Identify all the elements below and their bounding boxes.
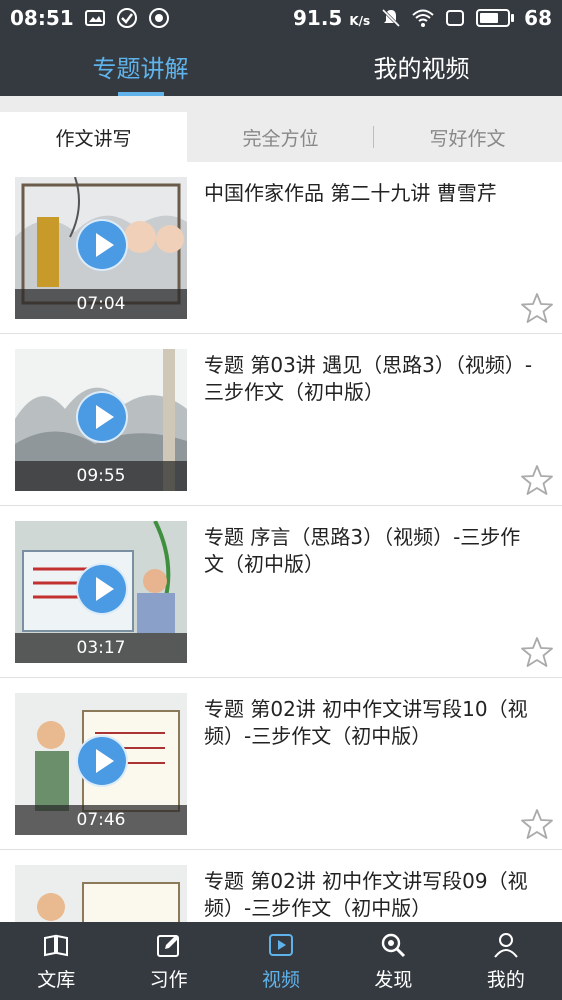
mute-bell-icon (382, 8, 401, 28)
subtab-essay-writing[interactable]: 作文讲写 (0, 112, 187, 162)
battery-icon (476, 9, 515, 27)
check-circle-icon (116, 8, 137, 28)
header-spacer (0, 96, 562, 112)
favorite-star-icon[interactable] (520, 807, 554, 841)
video-item[interactable]: 09:55 专题 第03讲 遇见（思路3）（视频）-三步作文（初中版） (0, 334, 562, 506)
nav-discover[interactable]: 发现 (337, 922, 449, 1000)
video-thumbnail[interactable] (15, 865, 187, 922)
video-thumbnail[interactable]: 07:04 (15, 177, 187, 319)
nav-label: 文库 (37, 968, 76, 991)
bottom-nav: 文库 习作 视频 发现 我的 (0, 922, 562, 1000)
nav-library[interactable]: 文库 (0, 922, 112, 1000)
subtab-label: 写好作文 (429, 127, 506, 150)
user-icon (494, 932, 518, 958)
subtab-label: 作文讲写 (55, 127, 132, 150)
video-duration: 03:17 (15, 633, 187, 663)
app-notification-icon (148, 8, 169, 28)
video-title[interactable]: 专题 第03讲 遇见（思路3）（视频）-三步作文（初中版） (204, 352, 534, 406)
network-speed-value: 91.5 (293, 6, 343, 30)
image-notification-icon (84, 10, 105, 26)
video-item[interactable]: 07:04 中国作家作品 第二十九讲 曹雪芹 (0, 162, 562, 334)
thumbnail-image (15, 865, 187, 922)
favorite-star-icon[interactable] (520, 291, 554, 325)
nav-video[interactable]: 视频 (225, 922, 337, 1000)
screen-icon (446, 10, 465, 26)
tab-topic-explanation[interactable]: 专题讲解 (0, 36, 281, 96)
tab-label: 我的视频 (373, 54, 470, 83)
status-bar: 08:51 91.5 K/s 68 (0, 0, 562, 36)
nav-label: 视频 (262, 968, 301, 991)
sub-tab-bar: 作文讲写 完全方位 写好作文 (0, 112, 562, 162)
video-item[interactable]: 07:46 专题 第02讲 初中作文讲写段10（视频）-三步作文（初中版） (0, 678, 562, 850)
play-icon[interactable] (76, 735, 128, 787)
subtab-write-good-essay[interactable]: 写好作文 (374, 112, 561, 162)
tab-label: 专题讲解 (92, 54, 189, 83)
favorite-star-icon[interactable] (520, 635, 554, 669)
play-icon[interactable] (76, 219, 128, 271)
video-thumbnail[interactable]: 07:46 (15, 693, 187, 835)
edit-icon (156, 934, 179, 957)
video-duration: 07:04 (15, 289, 187, 319)
video-title[interactable]: 中国作家作品 第二十九讲 曹雪芹 (204, 180, 534, 207)
video-list: 07:04 中国作家作品 第二十九讲 曹雪芹 09:55 专题 第03讲 遇见（… (0, 162, 562, 922)
video-item[interactable]: 专题 第02讲 初中作文讲写段09（视频）-三步作文（初中版） (0, 850, 562, 922)
wifi-icon (412, 9, 434, 27)
video-title[interactable]: 专题 序言（思路3）（视频）-三步作文（初中版） (204, 524, 534, 578)
video-duration: 09:55 (15, 461, 187, 491)
tab-my-videos[interactable]: 我的视频 (281, 36, 562, 96)
network-speed-unit: K/s (349, 14, 371, 28)
video-thumbnail[interactable]: 03:17 (15, 521, 187, 663)
video-item[interactable]: 03:17 专题 序言（思路3）（视频）-三步作文（初中版） (0, 506, 562, 678)
play-icon[interactable] (76, 563, 128, 615)
status-time: 08:51 (10, 6, 74, 30)
video-duration: 07:46 (15, 805, 187, 835)
nav-label: 发现 (374, 968, 413, 991)
battery-percent: 68 (524, 6, 552, 30)
video-play-icon (269, 933, 294, 956)
book-icon (44, 934, 69, 956)
subtab-label: 完全方位 (242, 127, 319, 150)
video-thumbnail[interactable]: 09:55 (15, 349, 187, 491)
nav-label: 习作 (149, 968, 188, 991)
nav-writing[interactable]: 习作 (112, 922, 224, 1000)
subtab-all-round[interactable]: 完全方位 (187, 112, 374, 162)
nav-mine[interactable]: 我的 (450, 922, 562, 1000)
play-icon[interactable] (76, 391, 128, 443)
top-tab-bar: 专题讲解 我的视频 (0, 36, 562, 96)
network-speed: 91.5 K/s (293, 6, 370, 30)
favorite-star-icon[interactable] (520, 463, 554, 497)
video-title[interactable]: 专题 第02讲 初中作文讲写段09（视频）-三步作文（初中版） (204, 868, 534, 922)
discover-icon (382, 933, 406, 957)
video-title[interactable]: 专题 第02讲 初中作文讲写段10（视频）-三步作文（初中版） (204, 696, 534, 750)
nav-label: 我的 (486, 968, 525, 991)
